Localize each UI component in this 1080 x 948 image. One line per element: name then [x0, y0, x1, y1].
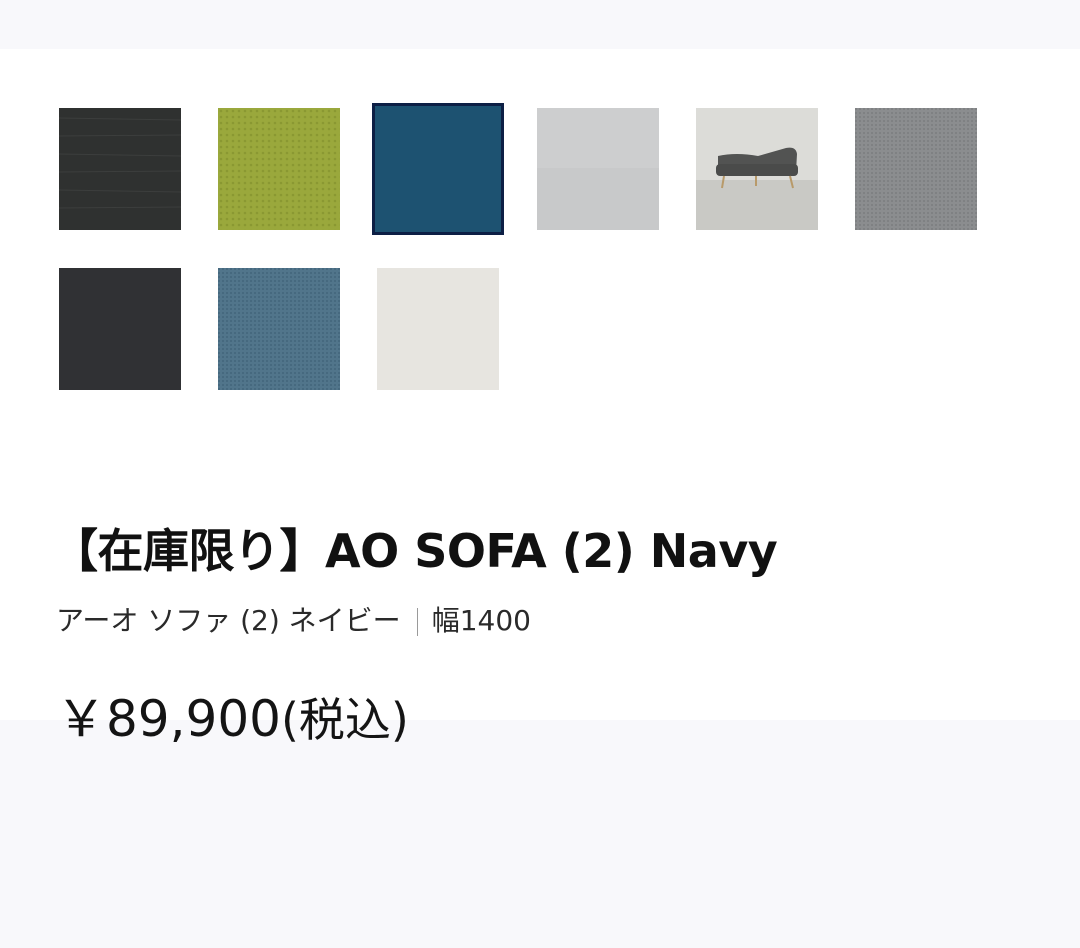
product-title: 【在庫限り】AO SOFA (2) Navy: [52, 524, 778, 578]
off-white-fabric-texture: [377, 268, 499, 390]
product-price: ￥89,900(税込): [56, 679, 409, 751]
swatch-blue-gray[interactable]: [218, 268, 340, 390]
swatch-light-gray[interactable]: [537, 108, 659, 230]
swatch-navy[interactable]: [372, 103, 504, 235]
black-fabric-texture: [59, 268, 181, 390]
light-gray-fabric-texture: [537, 108, 659, 230]
swatch-charcoal[interactable]: [59, 108, 181, 230]
green-fabric-texture: [218, 108, 340, 230]
gray-fabric-texture: [855, 108, 977, 230]
swatch-gray[interactable]: [855, 108, 977, 230]
price-tax-note: (税込): [280, 693, 409, 747]
blue-gray-fabric-texture: [218, 268, 340, 390]
swatch-black[interactable]: [59, 268, 181, 390]
navy-fabric-texture: [375, 106, 501, 232]
swatch-green[interactable]: [218, 108, 340, 230]
product-subtitle: アーオ ソファ (2) ネイビー 幅1400: [56, 599, 531, 639]
charcoal-fabric-texture: [59, 108, 181, 230]
subtitle-divider: [416, 608, 418, 636]
swatch-sofa-photo[interactable]: [696, 108, 818, 230]
product-kana-name: アーオ ソファ (2) ネイビー: [56, 604, 401, 637]
swatch-off-white[interactable]: [377, 268, 499, 390]
price-value: ￥89,900: [56, 690, 281, 748]
product-card: 【在庫限り】AO SOFA (2) Navy アーオ ソファ (2) ネイビー幅…: [0, 49, 1080, 748]
product-width: 幅1400: [431, 604, 531, 637]
sofa-icon: [696, 108, 818, 230]
